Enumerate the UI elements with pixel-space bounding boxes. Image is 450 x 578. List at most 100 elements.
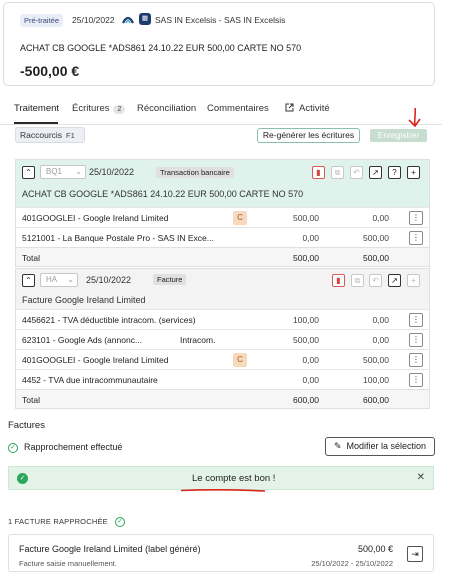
add-line-icon[interactable]: + bbox=[407, 166, 420, 179]
total-label: Total bbox=[22, 395, 40, 405]
success-message: Le compte est bon ! bbox=[192, 473, 276, 484]
annotation-arrow-icon bbox=[408, 108, 421, 128]
entry-line[interactable]: 4456621 - TVA déductible intracom. (serv… bbox=[16, 309, 429, 329]
delete-icon[interactable]: ▮ bbox=[312, 166, 325, 179]
bank-account-icon: ▦ bbox=[139, 13, 151, 25]
tab-activite[interactable]: Activité bbox=[285, 103, 330, 114]
chevron-down-icon: ⌄ bbox=[67, 275, 74, 284]
open-invoice-icon[interactable]: ⇥ bbox=[407, 546, 423, 562]
modify-selection-label: Modifier la sélection bbox=[346, 441, 427, 451]
transaction-date: 25/10/2022 bbox=[72, 15, 115, 25]
total-credit: 500,00 bbox=[363, 253, 389, 263]
line-vat-regime: Intracom. bbox=[180, 335, 216, 345]
line-menu-button[interactable]: ⋮ bbox=[409, 211, 423, 225]
line-debit: 0,00 bbox=[302, 375, 319, 385]
help-icon[interactable]: ? bbox=[388, 166, 401, 179]
reconciliation-status-text: Rapprochement effectué bbox=[24, 442, 123, 452]
line-credit: 500,00 bbox=[363, 355, 389, 365]
entry-header: ⌃ BQ1 ⌄ 25/10/2022 Transaction bancaire … bbox=[16, 160, 429, 207]
collapse-button[interactable]: ⌃ bbox=[22, 274, 35, 287]
journal-value: BQ1 bbox=[46, 167, 63, 176]
journal-select[interactable]: BQ1 ⌄ bbox=[40, 165, 86, 179]
tab-label: Réconciliation bbox=[137, 103, 197, 114]
bank-logo-icon bbox=[122, 16, 134, 24]
lettering-badge: C bbox=[233, 353, 247, 367]
journal-value: HA bbox=[46, 275, 58, 284]
modify-selection-button[interactable]: ✎ Modifier la sélection bbox=[325, 437, 435, 456]
tab-divider bbox=[0, 124, 442, 125]
entry-block: ⌃ BQ1 ⌄ 25/10/2022 Transaction bancaire … bbox=[15, 159, 430, 267]
copy-icon[interactable]: ⧉ bbox=[351, 274, 364, 287]
tab-reconciliation[interactable]: Réconciliation bbox=[137, 103, 196, 114]
line-credit: 100,00 bbox=[363, 375, 389, 385]
entry-date: 25/10/2022 bbox=[89, 167, 135, 177]
tab-label: Écritures bbox=[72, 103, 110, 114]
undo-icon[interactable]: ↶ bbox=[350, 166, 363, 179]
line-credit: 500,00 bbox=[363, 233, 389, 243]
tab-label: Traitement bbox=[14, 103, 60, 114]
count-badge: 2 bbox=[113, 105, 126, 114]
entry-line[interactable]: 401GOOGLEI - Google Ireland Limited C 0,… bbox=[16, 349, 429, 369]
entry-type-badge: Transaction bancaire bbox=[156, 167, 234, 178]
line-menu-button[interactable]: ⋮ bbox=[409, 313, 423, 327]
check-circle-icon: ✓ bbox=[17, 473, 28, 484]
transaction-card: Pré-traitée 25/10/2022 ▦ SAS IN Excelsis… bbox=[3, 2, 435, 86]
reconciliation-status: ✓ Rapprochement effectué bbox=[8, 442, 122, 453]
total-debit: 600,00 bbox=[293, 395, 319, 405]
collapse-button[interactable]: ⌃ bbox=[22, 166, 35, 179]
entry-line[interactable]: 401GOOGLEI - Google Ireland Limited C 50… bbox=[16, 207, 429, 227]
tab-ecritures[interactable]: Écritures 2 bbox=[72, 103, 126, 114]
entry-label: ACHAT CB GOOGLE *ADS861 24.10.22 EUR 500… bbox=[22, 189, 304, 199]
line-account: 4456621 - TVA déductible intracom. (serv… bbox=[22, 315, 196, 325]
entry-line[interactable]: 4452 - TVA due intracommunautaire 0,00 1… bbox=[16, 369, 429, 389]
entry-type-badge: Facture bbox=[153, 274, 187, 285]
open-external-icon[interactable]: ↗ bbox=[388, 274, 401, 287]
delete-icon[interactable]: ▮ bbox=[332, 274, 345, 287]
check-circle-icon: ✓ bbox=[8, 442, 18, 453]
line-debit: 500,00 bbox=[293, 213, 319, 223]
shortcuts-button[interactable]: Raccourcis F1 bbox=[15, 127, 85, 143]
success-banner: ✓ Le compte est bon ! ✕ bbox=[8, 466, 434, 490]
save-button[interactable]: Enregistrer bbox=[370, 129, 427, 142]
copy-icon[interactable]: ⧉ bbox=[331, 166, 344, 179]
entry-label: Facture Google Ireland Limited bbox=[22, 295, 146, 305]
matched-invoices-count: 1 FACTURE RAPPROCHÉE ✓ bbox=[8, 517, 126, 528]
close-icon[interactable]: ✕ bbox=[417, 472, 425, 483]
line-credit: 0,00 bbox=[372, 213, 389, 223]
line-account: 5121001 - La Banque Postale Pro - SAS IN… bbox=[22, 233, 214, 243]
invoice-dates: 25/10/2022 - 25/10/2022 bbox=[311, 559, 393, 568]
lettering-badge: C bbox=[233, 211, 247, 225]
line-debit: 100,00 bbox=[293, 315, 319, 325]
entry-block: ⌃ HA ⌄ 25/10/2022 Facture ▮ ⧉ ↶ ↗ + Fact… bbox=[15, 268, 430, 409]
line-menu-button[interactable]: ⋮ bbox=[409, 333, 423, 347]
journal-select[interactable]: HA ⌄ bbox=[40, 273, 78, 287]
line-account: 401GOOGLEI - Google Ireland Limited bbox=[22, 355, 169, 365]
invoices-section-title: Factures bbox=[8, 420, 45, 431]
check-circle-icon: ✓ bbox=[115, 517, 126, 528]
entry-line[interactable]: 5121001 - La Banque Postale Pro - SAS IN… bbox=[16, 227, 429, 247]
line-credit: 0,00 bbox=[372, 315, 389, 325]
external-link-icon bbox=[285, 103, 294, 112]
annotation-underline bbox=[180, 489, 266, 492]
line-menu-button[interactable]: ⋮ bbox=[409, 373, 423, 387]
entry-date: 25/10/2022 bbox=[86, 275, 132, 285]
regenerate-entries-button[interactable]: Re-générer les écritures bbox=[257, 128, 360, 143]
entry-total-row: Total 600,00 600,00 bbox=[16, 389, 429, 408]
invoice-card[interactable]: Facture Google Ireland Limited (label gé… bbox=[8, 534, 434, 572]
line-menu-button[interactable]: ⋮ bbox=[409, 353, 423, 367]
tab-traitement[interactable]: Traitement bbox=[14, 103, 59, 114]
invoice-name: Facture Google Ireland Limited (label gé… bbox=[19, 544, 201, 554]
add-line-icon[interactable]: + bbox=[407, 274, 420, 287]
undo-icon[interactable]: ↶ bbox=[369, 274, 382, 287]
line-debit: 500,00 bbox=[293, 335, 319, 345]
transaction-label: ACHAT CB GOOGLE *ADS861 24.10.22 EUR 500… bbox=[20, 43, 302, 53]
tab-label: Commentaires bbox=[207, 103, 269, 114]
entry-line[interactable]: 623101 - Google Ads (annonc... Intracom.… bbox=[16, 329, 429, 349]
line-debit: 0,00 bbox=[302, 233, 319, 243]
entry-total-row: Total 500,00 500,00 bbox=[16, 247, 429, 266]
tab-bar: Traitement Écritures 2 Réconciliation Com… bbox=[14, 103, 434, 125]
status-badge: Pré-traitée bbox=[20, 14, 64, 27]
open-external-icon[interactable]: ↗ bbox=[369, 166, 382, 179]
line-menu-button[interactable]: ⋮ bbox=[409, 231, 423, 245]
tab-commentaires[interactable]: Commentaires bbox=[207, 103, 269, 114]
